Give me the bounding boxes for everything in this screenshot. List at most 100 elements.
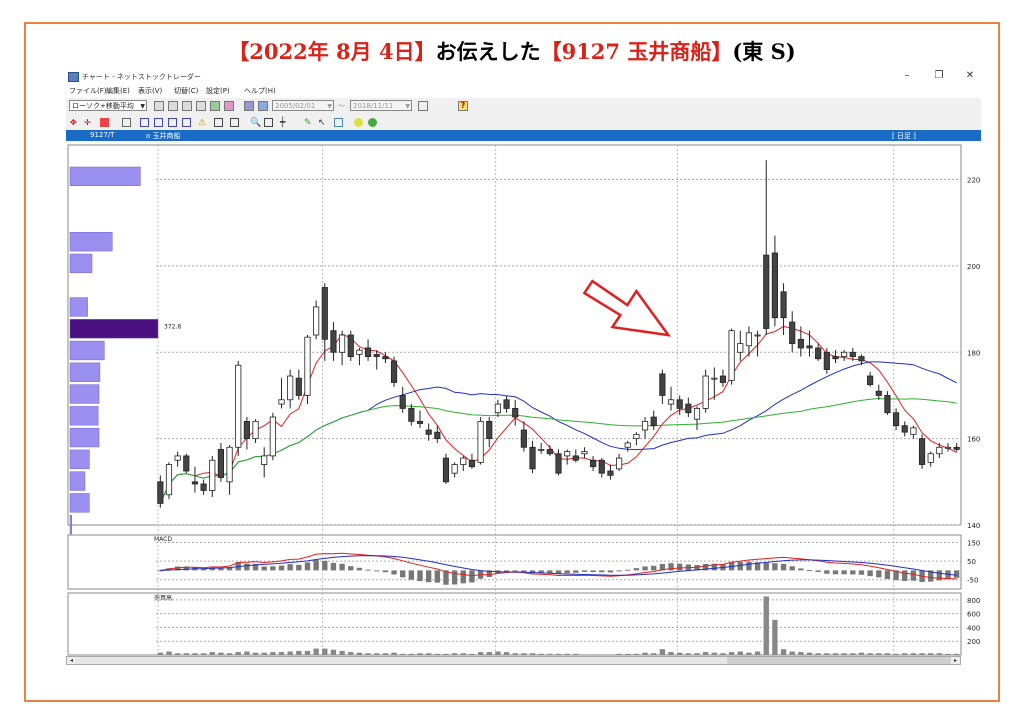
volume-bar [460,653,466,655]
volume-bar [815,653,821,655]
pointer-icon[interactable]: ↖ [318,118,327,128]
daily-icon[interactable] [154,101,164,111]
link-icon[interactable] [244,101,254,111]
macd-histogram-bar [417,570,423,582]
minute-icon[interactable] [196,101,206,111]
candle-up [287,375,294,401]
monthly-icon[interactable] [182,101,192,111]
red-tool-icon[interactable] [100,118,109,127]
candle-down [858,356,865,362]
chart-icon[interactable] [210,101,220,111]
weekly-icon[interactable] [168,101,178,111]
date-from-field[interactable]: 2005/02/01 ▼ [272,100,334,111]
date-to-field[interactable]: 2018/11/11 ▼ [350,100,412,111]
volume-bar [581,654,588,655]
candle-down [183,455,190,472]
restore-button[interactable]: ❐ [932,70,946,81]
macd-tick-label: 150 [967,539,980,547]
zoom-icon[interactable]: 🔍 [250,118,261,128]
volume-bar [789,651,795,655]
plot-area: 140016001800200022002022/052022/062022/0… [66,141,985,682]
macd-histogram-bar [270,566,276,571]
compare-icon[interactable] [224,101,234,111]
candle-down [884,395,891,414]
scroll-thumb[interactable] [727,657,952,664]
volume-bar [711,652,717,655]
volume-bar [486,652,492,655]
macd-histogram-bar [564,570,570,574]
macd-histogram-bar [451,570,458,585]
cursor-icon[interactable]: ✥ [70,118,79,127]
ma-icon[interactable] [140,118,149,127]
candle-down [676,399,683,409]
macd-histogram-bar [244,563,250,571]
scrollbar[interactable]: ◂ ▸ [66,656,961,665]
crosshair-tool-icon[interactable]: ┿ [280,118,289,128]
candle-down [373,354,380,357]
close-button[interactable]: ✕ [963,70,977,81]
pencil-icon[interactable]: ✎ [304,118,313,128]
menu-file[interactable]: ファイル(F) [69,86,107,96]
volume-bar [694,653,700,655]
price-tick-label: 1600 [967,436,981,444]
menu-settings[interactable]: 設定(P) [206,86,230,96]
calendar-icon[interactable] [258,101,268,111]
candle-up [235,364,242,448]
zoom-out-icon[interactable] [264,118,273,127]
chart-type-select[interactable]: ローソク+移動平均 ▼ [69,100,147,111]
volume-bar [702,652,709,655]
macd-icon[interactable] [182,118,191,127]
volume-bar [183,653,189,655]
yellow-tool-icon[interactable] [354,118,363,127]
scroll-right-button[interactable]: ▸ [951,657,960,664]
volume-bar [313,648,319,655]
help-button[interactable]: ? [458,101,468,111]
checkbox-icon[interactable] [418,101,428,111]
macd-histogram-bar [798,568,804,571]
candle-down [815,347,822,360]
candle-down [901,425,908,433]
macd-histogram-bar [642,566,648,571]
candle-down [892,412,900,427]
volume-bar [676,652,683,655]
volume-bar [270,652,276,655]
eraser-icon[interactable] [334,118,343,127]
layout-icon[interactable] [122,118,131,127]
split-icon[interactable] [230,118,239,127]
candle-up [165,464,173,496]
menu-view[interactable]: 表示(V) [138,86,162,96]
candle-down [382,356,389,360]
alert-icon[interactable]: ⚠ [198,118,207,128]
bb-icon[interactable] [154,118,163,127]
candle-down [572,455,579,461]
rsi-icon[interactable] [168,118,177,127]
volume-bar [564,653,570,655]
candle-down [953,446,960,450]
candle-down [832,356,839,360]
volume-bar [503,652,510,655]
macd-histogram-bar [218,568,224,571]
arrow-annotation [582,279,672,337]
app-icon [68,72,79,82]
menu-switch[interactable]: 切替(C) [174,86,198,96]
volume-bar [893,653,899,655]
crosshair-icon[interactable]: ✛ [84,118,93,127]
menu-help[interactable]: ヘルプ(H) [244,86,276,96]
green-tool-icon[interactable] [368,118,377,127]
candle-down [191,481,199,485]
candle-up [641,420,649,431]
volume-bar [841,653,847,655]
trend-icon[interactable] [214,118,223,127]
minimize-button[interactable]: – [900,70,914,81]
candle-down [390,360,398,383]
menu-edit[interactable]: 編集(E) [106,86,130,96]
volume-bar [876,653,882,655]
macd-histogram-bar [841,570,847,575]
chart-type-label: ローソク+移動平均 [72,102,134,110]
candle-down [806,345,813,349]
volume-bar [348,652,354,655]
scroll-left-button[interactable]: ◂ [67,657,76,664]
volume-bar [374,653,380,655]
price-tick-label: 1800 [967,349,981,357]
volume-bar [754,651,761,655]
